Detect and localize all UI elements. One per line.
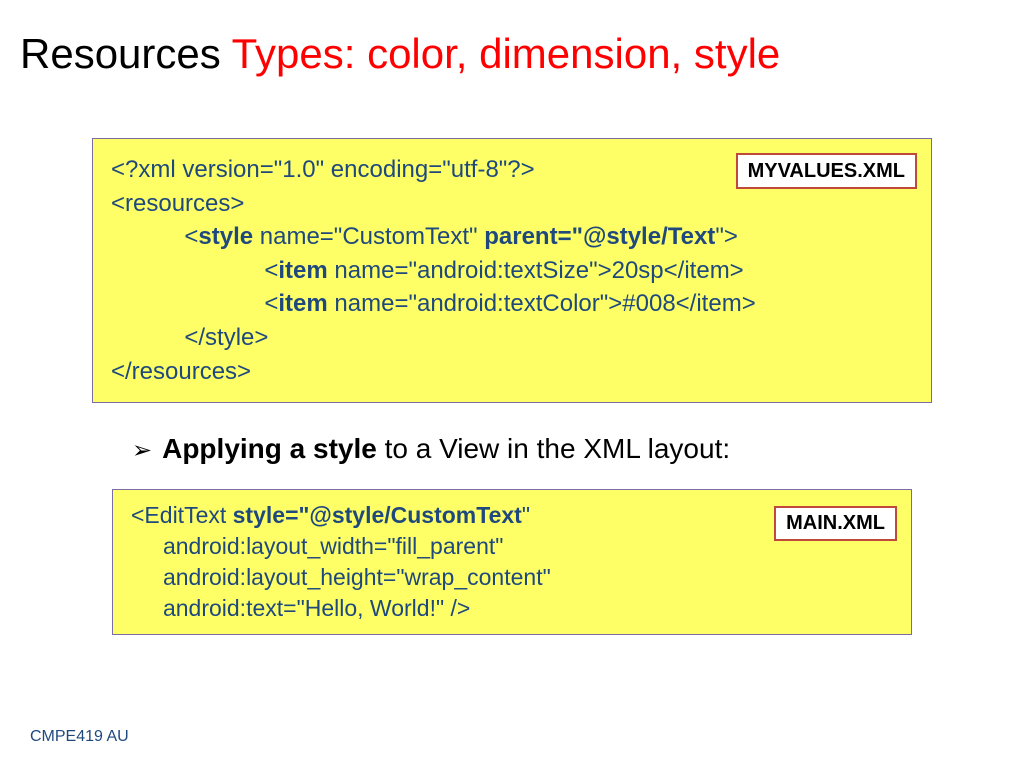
title-part2: Types: color, dimension, style (232, 30, 781, 77)
code-line: <style name="CustomText" parent="@style/… (111, 220, 913, 254)
code-line: <item name="android:textSize">20sp</item… (111, 254, 913, 288)
badge-main: MAIN.XML (774, 506, 897, 541)
bullet-bold: Applying a style (162, 433, 377, 464)
code-line: <resources> (111, 187, 913, 221)
code-box-myvalues: MYVALUES.XML <?xml version="1.0" encodin… (92, 138, 932, 403)
code-line: android:text="Hello, World!" /> (131, 593, 893, 624)
code-line: android:layout_height="wrap_content" (131, 562, 893, 593)
bullet-line: ➢ Applying a style to a View in the XML … (92, 433, 932, 465)
bullet-arrow-icon: ➢ (132, 436, 152, 465)
bullet-rest: to a View in the XML layout: (377, 433, 730, 464)
code-line: </style> (111, 321, 913, 355)
code-box-main: MAIN.XML <EditText style="@style/CustomT… (112, 489, 912, 635)
slide-title: Resources Types: color, dimension, style (20, 30, 1004, 78)
badge-myvalues: MYVALUES.XML (736, 153, 917, 189)
footer-text: CMPE419 AU (30, 728, 129, 746)
code-line: <item name="android:textColor">#008</ite… (111, 287, 913, 321)
title-part1: Resources (20, 30, 232, 77)
code-line: </resources> (111, 355, 913, 389)
slide: Resources Types: color, dimension, style… (0, 0, 1024, 768)
